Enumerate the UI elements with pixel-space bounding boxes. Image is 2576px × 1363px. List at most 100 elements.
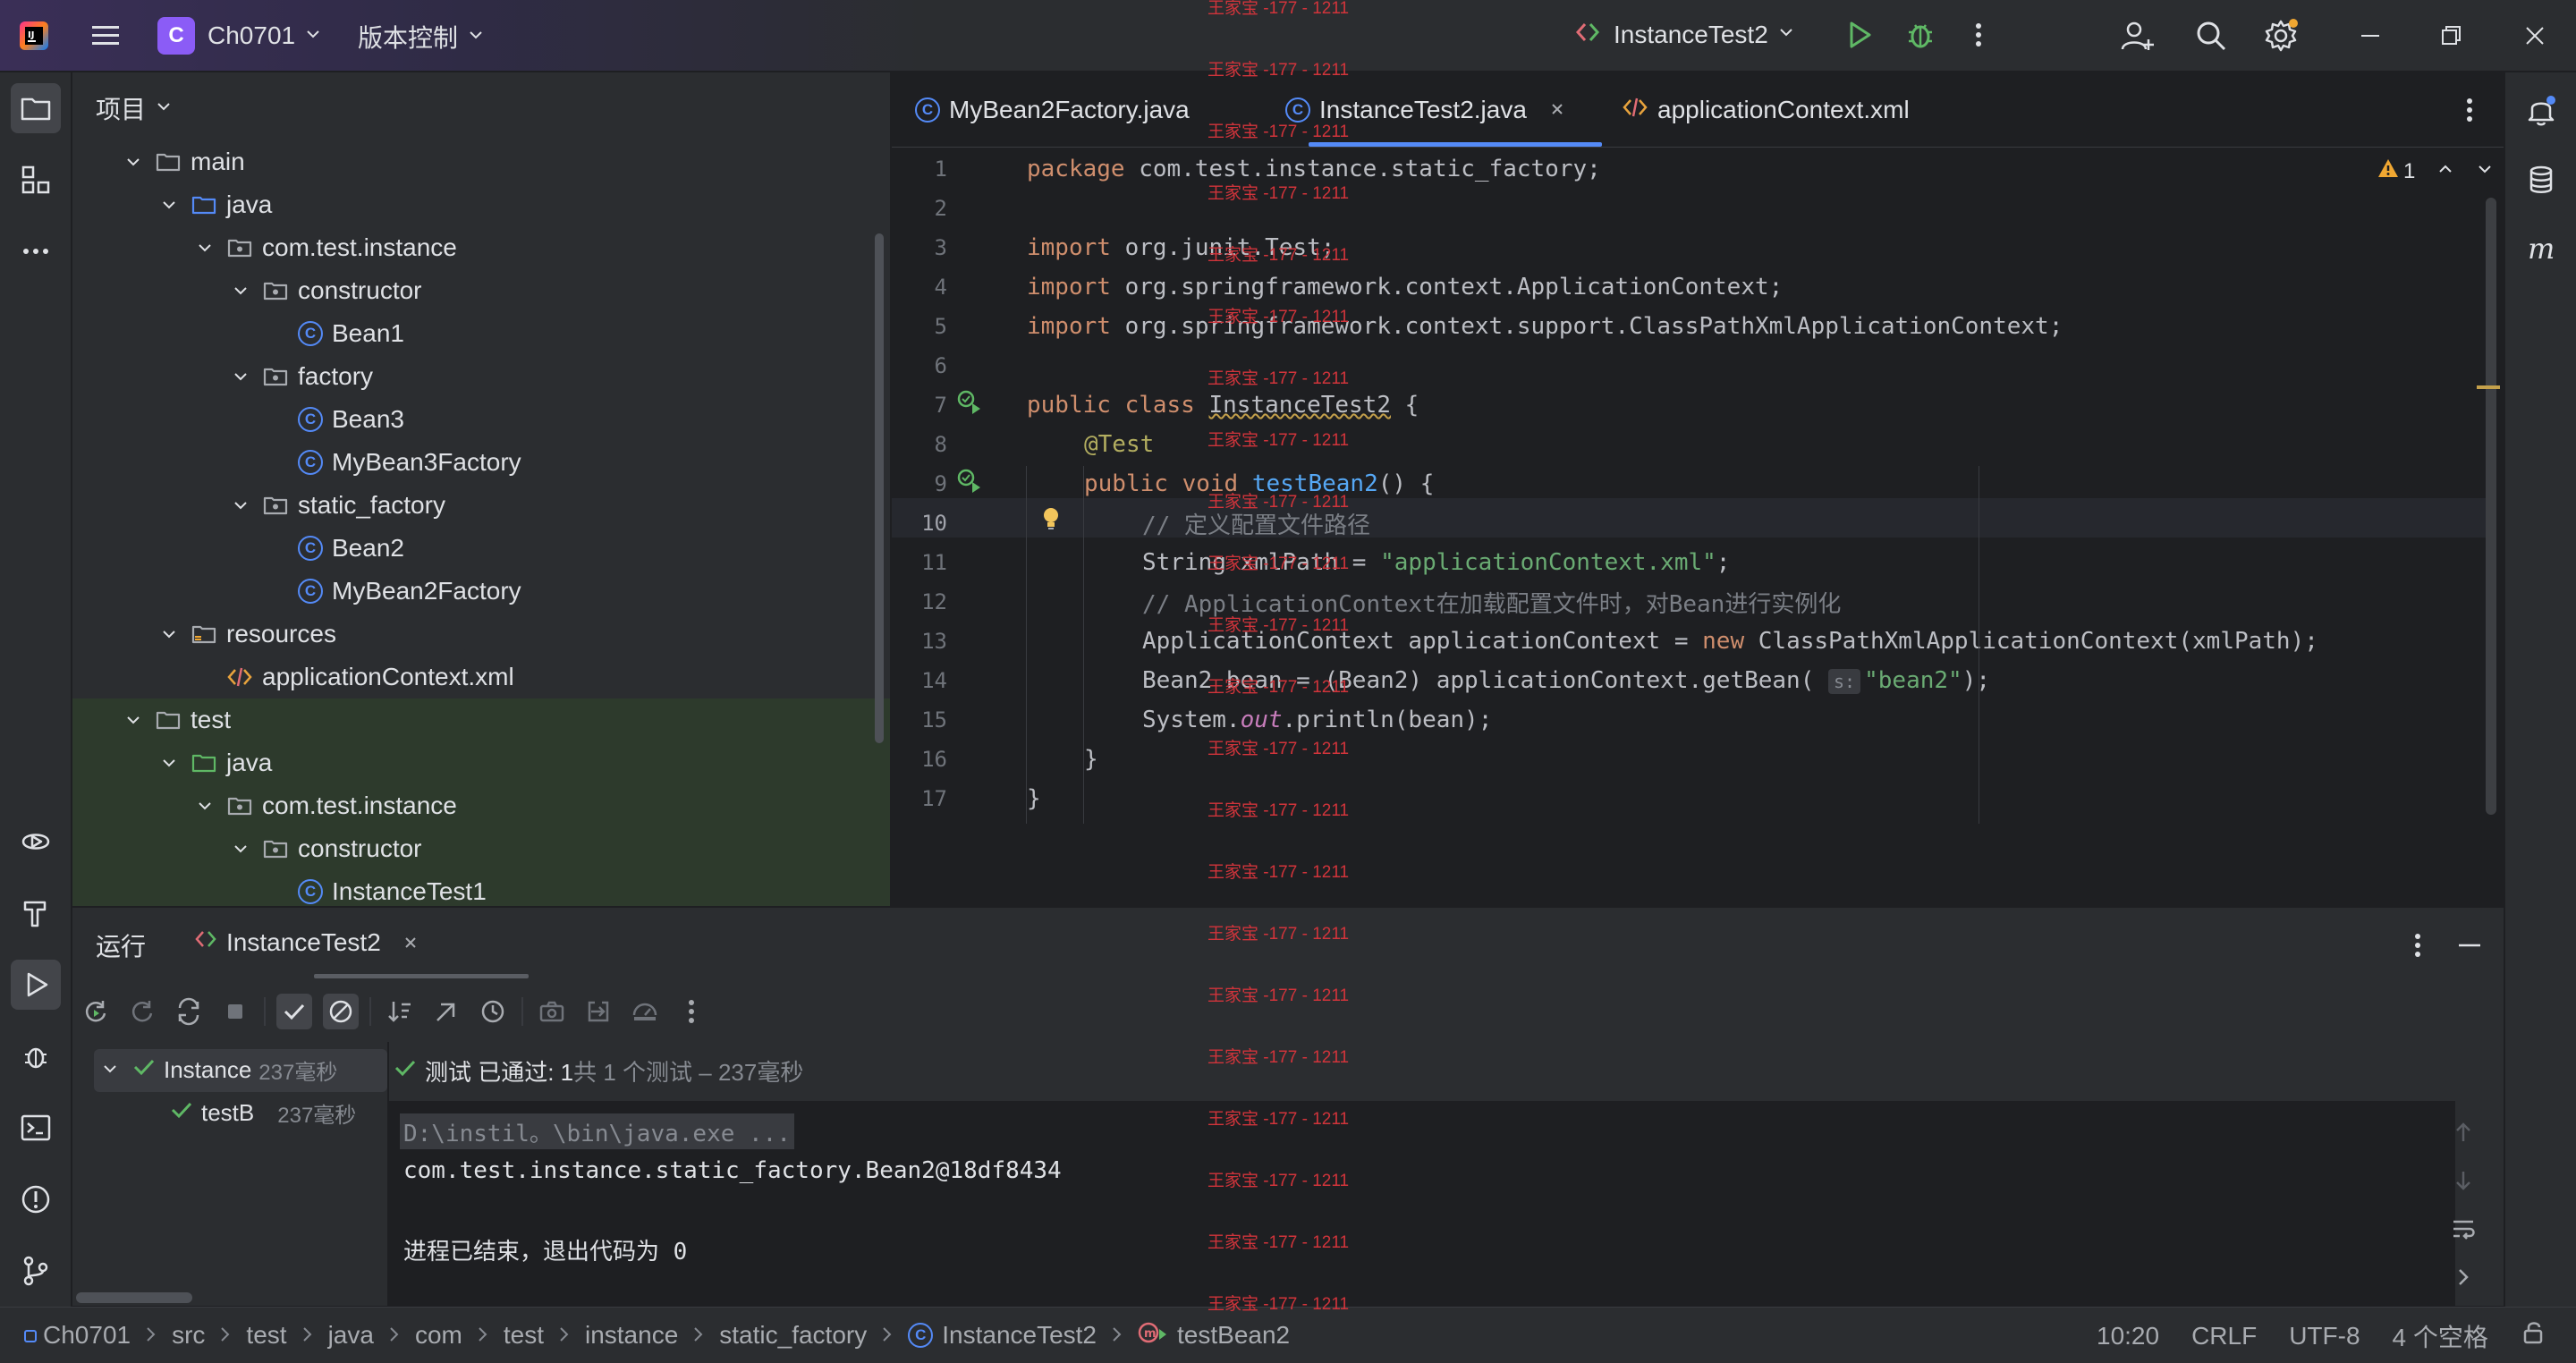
- git-branch-icon[interactable]: [11, 1246, 61, 1296]
- more-actions-icon[interactable]: [1968, 18, 1989, 56]
- tab-mybean2factory[interactable]: C MyBean2Factory.java: [915, 72, 1190, 148]
- debug-tool-icon[interactable]: [11, 1031, 61, 1081]
- run-test-gutter-icon[interactable]: [956, 468, 983, 499]
- tree-item[interactable]: constructor: [72, 827, 890, 870]
- tab-options-icon[interactable]: [2459, 94, 2480, 131]
- tree-scrollbar[interactable]: [875, 233, 884, 743]
- chevron-down-icon[interactable]: [157, 192, 182, 217]
- line-separator[interactable]: CRLF: [2191, 1322, 2257, 1350]
- tree-item[interactable]: com.test.instance: [72, 784, 890, 827]
- console-output[interactable]: D:\instil。\bin\java.exe ... com.test.ins…: [389, 1101, 2455, 1306]
- tree-item[interactable]: constructor: [72, 269, 890, 312]
- more-tools-icon[interactable]: [11, 226, 61, 276]
- restore-icon[interactable]: [2433, 18, 2469, 58]
- tree-item[interactable]: java: [72, 741, 890, 784]
- tree-item[interactable]: factory: [72, 355, 890, 398]
- readonly-lock-icon[interactable]: [2521, 1320, 2546, 1351]
- run-tab-title[interactable]: 运行: [96, 927, 146, 963]
- show-passed-check-icon[interactable]: [276, 994, 312, 1029]
- toggle-auto-test-icon[interactable]: [171, 994, 207, 1029]
- warning-marker[interactable]: [2477, 385, 2500, 389]
- tree-item[interactable]: C MyBean3Factory: [72, 441, 890, 484]
- code-area[interactable]: package com.test.instance.static_factory…: [892, 148, 2488, 906]
- tab-instancetest2[interactable]: C InstanceTest2.java: [1285, 72, 1566, 148]
- run-config-tab[interactable]: InstanceTest2: [194, 927, 419, 957]
- history-clock-icon[interactable]: [475, 994, 511, 1029]
- close-window-icon[interactable]: [2517, 18, 2553, 58]
- hide-panel-icon[interactable]: [2455, 931, 2484, 964]
- scroll-up-arrow-icon[interactable]: [2450, 1119, 2477, 1150]
- editor-scrollbar[interactable]: [2486, 198, 2496, 815]
- chevron-down-icon[interactable]: [228, 364, 253, 389]
- chevron-down-icon[interactable]: [228, 493, 253, 518]
- cursor-position[interactable]: 10:20: [2097, 1322, 2159, 1350]
- console-command-line[interactable]: D:\instil。\bin\java.exe ...: [400, 1113, 794, 1149]
- structure-icon[interactable]: [11, 155, 61, 205]
- search-icon[interactable]: [2193, 18, 2229, 58]
- intellij-logo-icon[interactable]: IJ: [18, 20, 50, 56]
- screenshot-camera-icon[interactable]: [534, 994, 570, 1029]
- debug-icon[interactable]: [1903, 18, 1937, 56]
- chevron-down-icon[interactable]: [121, 149, 146, 174]
- rerun-icon[interactable]: [78, 994, 114, 1029]
- more-run-actions-icon[interactable]: [674, 994, 709, 1029]
- run-config-selector[interactable]: InstanceTest2: [1574, 19, 1795, 50]
- database-icon[interactable]: [2516, 155, 2566, 205]
- intention-bulb-icon[interactable]: [1038, 505, 1063, 537]
- tree-item[interactable]: main: [72, 140, 890, 183]
- sort-icon[interactable]: [382, 994, 418, 1029]
- breadcrumb-item[interactable]: com: [415, 1321, 462, 1350]
- run-options-icon[interactable]: [2407, 931, 2428, 964]
- tree-item[interactable]: java: [72, 183, 890, 226]
- stop-icon[interactable]: [217, 994, 253, 1029]
- code-with-me-icon[interactable]: [2120, 18, 2156, 58]
- import-tests-icon[interactable]: [428, 994, 464, 1029]
- breadcrumb-item[interactable]: test: [504, 1321, 544, 1350]
- breadcrumb-item[interactable]: Ch0701: [43, 1321, 131, 1350]
- breadcrumb-item[interactable]: testBean2: [1177, 1321, 1290, 1350]
- minimize-icon[interactable]: [2352, 18, 2388, 58]
- main-menu-icon[interactable]: [89, 20, 122, 56]
- file-encoding[interactable]: UTF-8: [2289, 1322, 2360, 1350]
- breadcrumb-item[interactable]: java: [328, 1321, 374, 1350]
- chevron-down-icon[interactable]: [157, 622, 182, 647]
- settings-gear-icon[interactable]: [2263, 18, 2299, 58]
- tree-item[interactable]: C InstanceTest1: [72, 870, 890, 906]
- coverage-icon[interactable]: [627, 994, 663, 1029]
- show-ignored-icon[interactable]: [323, 994, 359, 1029]
- chevron-down-icon[interactable]: [121, 707, 146, 732]
- tree-item[interactable]: com.test.instance: [72, 226, 890, 269]
- project-tool-folder-icon[interactable]: [11, 83, 61, 133]
- notifications-bell-icon[interactable]: [2516, 85, 2566, 135]
- chevron-down-icon[interactable]: [228, 278, 253, 303]
- indent-setting[interactable]: 4 个空格: [2393, 1318, 2488, 1354]
- test-tree-scrollbar[interactable]: [76, 1292, 192, 1303]
- tree-item[interactable]: C MyBean2Factory: [72, 570, 890, 613]
- chevron-down-icon[interactable]: [192, 793, 217, 818]
- project-panel-header[interactable]: 项目: [96, 90, 173, 126]
- terminal-icon[interactable]: [11, 1103, 61, 1153]
- chevron-right-icon[interactable]: [2450, 1264, 2477, 1295]
- chevron-down-icon[interactable]: [228, 836, 253, 861]
- tree-item[interactable]: C Bean3: [72, 398, 890, 441]
- vcs-selector[interactable]: 版本控制: [358, 19, 485, 55]
- test-suite-row[interactable]: Instance 237毫秒: [101, 1054, 337, 1086]
- project-selector[interactable]: C Ch0701: [157, 17, 322, 55]
- scroll-down-arrow-icon[interactable]: [2450, 1167, 2477, 1198]
- test-case-row[interactable]: testB 237毫秒: [169, 1097, 356, 1129]
- tree-item[interactable]: static_factory: [72, 484, 890, 527]
- close-tab-icon[interactable]: [1548, 96, 1566, 124]
- build-hammer-icon[interactable]: [11, 888, 61, 938]
- tree-item[interactable]: applicationContext.xml: [72, 656, 890, 698]
- problems-icon[interactable]: [11, 1174, 61, 1224]
- breadcrumb-item[interactable]: instance: [585, 1321, 678, 1350]
- breadcrumb-item[interactable]: static_factory: [719, 1321, 867, 1350]
- breadcrumb-item[interactable]: src: [172, 1321, 205, 1350]
- run-icon[interactable]: [1843, 18, 1877, 56]
- run-test-gutter-icon[interactable]: [956, 389, 983, 420]
- tree-item[interactable]: C Bean2: [72, 527, 890, 570]
- maven-icon[interactable]: m: [2516, 224, 2566, 275]
- tab-applicationcontext-xml[interactable]: applicationContext.xml: [1622, 72, 1910, 148]
- tree-item[interactable]: test: [72, 698, 890, 741]
- services-icon[interactable]: [11, 817, 61, 867]
